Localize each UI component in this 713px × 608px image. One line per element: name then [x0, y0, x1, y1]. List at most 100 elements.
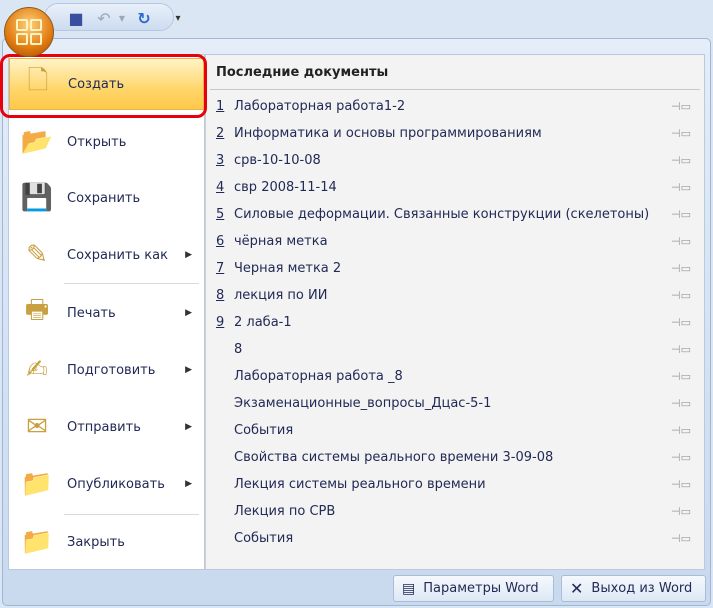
- pin-icon[interactable]: ⊣▭: [671, 181, 691, 194]
- document-number: 5: [216, 206, 225, 222]
- close-folder-icon: 📁: [20, 527, 54, 557]
- recent-document[interactable]: 7 Черная метка 2 ⊣▭: [216, 257, 701, 279]
- recent-document[interactable]: Свойства системы реального времени 3-09-…: [216, 446, 701, 468]
- recent-document[interactable]: 3 срв-10-10-08 ⊣▭: [216, 149, 701, 171]
- submenu-arrow-icon: ▶: [185, 250, 192, 260]
- menu-item-label: Опубликовать: [67, 476, 165, 492]
- recent-document[interactable]: 8 лекция по ИИ ⊣▭: [216, 284, 701, 306]
- document-name: Информатика и основы программированиям: [234, 125, 542, 141]
- recent-document[interactable]: Лекция системы реального времени ⊣▭: [216, 473, 701, 495]
- document-name: Лабораторная работа1-2: [234, 98, 406, 114]
- pin-icon[interactable]: ⊣▭: [671, 289, 691, 302]
- document-number: 1: [216, 98, 225, 114]
- menu-item-4[interactable]: 🖶 Печать ▶: [9, 287, 204, 339]
- document-name: срв-10-10-08: [234, 152, 321, 168]
- customize-icon[interactable]: ▾: [169, 9, 187, 27]
- menu-item-label: Сохранить как: [67, 247, 168, 263]
- save-as-icon: ✎: [26, 240, 48, 270]
- submenu-arrow-icon: ▶: [185, 422, 192, 432]
- document-name: чёрная метка: [234, 233, 328, 249]
- undo-icon[interactable]: ↶: [95, 9, 113, 28]
- submenu-arrow-icon: ▶: [185, 479, 192, 489]
- print-icon: 🖶: [24, 295, 50, 325]
- word-options-button[interactable]: ▤ Параметры Word: [393, 575, 554, 602]
- pin-icon[interactable]: ⊣▭: [671, 262, 691, 275]
- document-name: Свойства системы реального времени 3-09-…: [234, 449, 554, 465]
- recent-document[interactable]: 1 Лабораторная работа1-2 ⊣▭: [216, 95, 701, 117]
- recent-document[interactable]: 8 ⊣▭: [216, 338, 701, 360]
- document-name: Черная метка 2: [234, 260, 342, 276]
- document-name: Экзаменационные_вопросы_Дцас-5-1: [234, 395, 492, 411]
- divider: [210, 89, 700, 90]
- recent-document[interactable]: События ⊣▭: [216, 527, 701, 549]
- pin-icon[interactable]: ⊣▭: [671, 370, 691, 383]
- document-number: 3: [216, 152, 225, 168]
- menu-item-label: Закрыть: [67, 534, 125, 550]
- document-number: 8: [216, 287, 225, 303]
- pin-icon[interactable]: ⊣▭: [671, 208, 691, 221]
- recent-documents-panel: Последние документы 1 Лабораторная работа…: [205, 54, 705, 570]
- menu-item-1[interactable]: 📂 Открыть: [9, 116, 204, 168]
- document-name: Силовые деформации. Связанные конструкци…: [234, 206, 650, 222]
- document-name: Лабораторная работа _8: [234, 368, 403, 384]
- pin-icon[interactable]: ⊣▭: [671, 532, 691, 545]
- document-number: 9: [216, 314, 225, 330]
- pin-icon[interactable]: ⊣▭: [671, 343, 691, 356]
- save-icon: 💾: [20, 183, 54, 213]
- divider: [64, 283, 199, 284]
- save-icon[interactable]: ■: [67, 9, 85, 28]
- menu-item-8[interactable]: 📁 Закрыть: [9, 516, 204, 568]
- document-number: 4: [216, 179, 225, 195]
- new-document-icon: 🗋: [27, 66, 49, 96]
- document-name: 8: [234, 341, 243, 357]
- recent-document[interactable]: Лекция по СРВ ⊣▭: [216, 500, 701, 522]
- document-name: 2 лаба-1: [234, 314, 292, 330]
- menu-item-6[interactable]: ✉ Отправить ▶: [9, 401, 204, 453]
- recent-document[interactable]: Экзаменационные_вопросы_Дцас-5-1 ⊣▭: [216, 392, 701, 414]
- exit-word-button[interactable]: ✕ Выход из Word: [561, 575, 706, 602]
- pin-icon[interactable]: ⊣▭: [671, 505, 691, 518]
- document-number: 6: [216, 233, 225, 249]
- submenu-arrow-icon: ▶: [185, 308, 192, 318]
- recent-document[interactable]: Лабораторная работа _8 ⊣▭: [216, 365, 701, 387]
- recent-document[interactable]: 2 Информатика и основы программированиям ⊣…: [216, 122, 701, 144]
- menu-item-7[interactable]: 📁 Опубликовать ▶: [9, 458, 204, 510]
- document-name: свр 2008-11-14: [234, 179, 337, 195]
- menu-item-label: Отправить: [67, 419, 141, 435]
- close-icon: ✕: [570, 579, 584, 598]
- document-name: События: [234, 530, 294, 546]
- quick-access-toolbar: ■ ↶ ▼ ↻ ▾: [44, 3, 181, 31]
- pin-icon[interactable]: ⊣▭: [671, 451, 691, 464]
- recent-document[interactable]: 4 свр 2008-11-14 ⊣▭: [216, 176, 701, 198]
- menu-item-label: Печать: [67, 305, 116, 321]
- pin-icon[interactable]: ⊣▭: [671, 424, 691, 437]
- send-icon: ✉: [26, 412, 48, 442]
- document-name: лекция по ИИ: [234, 287, 328, 303]
- document-name: События: [234, 422, 294, 438]
- menu-item-2[interactable]: 💾 Сохранить: [9, 172, 204, 224]
- office-button[interactable]: [4, 7, 54, 57]
- menu-item-3[interactable]: ✎ Сохранить как ▶: [9, 229, 204, 281]
- options-icon: ▤: [402, 580, 416, 597]
- recent-document[interactable]: События ⊣▭: [216, 419, 701, 441]
- document-number: 7: [216, 260, 225, 276]
- undo-dropdown-icon[interactable]: ▼: [113, 9, 131, 27]
- recent-documents-title: Последние документы: [216, 65, 389, 80]
- pin-icon[interactable]: ⊣▭: [671, 316, 691, 329]
- pin-icon[interactable]: ⊣▭: [671, 154, 691, 167]
- menu-item-5[interactable]: ✍ Подготовить ▶: [9, 344, 204, 396]
- menu-item-label: Подготовить: [67, 362, 156, 378]
- prepare-icon: ✍: [26, 355, 48, 385]
- pin-icon[interactable]: ⊣▭: [671, 127, 691, 140]
- pin-icon[interactable]: ⊣▭: [671, 235, 691, 248]
- publish-icon: 📁: [20, 469, 54, 499]
- menu-item-0[interactable]: 🗋 Создать: [9, 58, 204, 110]
- pin-icon[interactable]: ⊣▭: [671, 397, 691, 410]
- redo-icon[interactable]: ↻: [135, 9, 153, 28]
- pin-icon[interactable]: ⊣▭: [671, 100, 691, 113]
- pin-icon[interactable]: ⊣▭: [671, 478, 691, 491]
- recent-document[interactable]: 6 чёрная метка ⊣▭: [216, 230, 701, 252]
- recent-document[interactable]: 9 2 лаба-1 ⊣▭: [216, 311, 701, 333]
- menu-item-label: Сохранить: [67, 190, 141, 206]
- recent-document[interactable]: 5 Силовые деформации. Связанные конструкц…: [216, 203, 701, 225]
